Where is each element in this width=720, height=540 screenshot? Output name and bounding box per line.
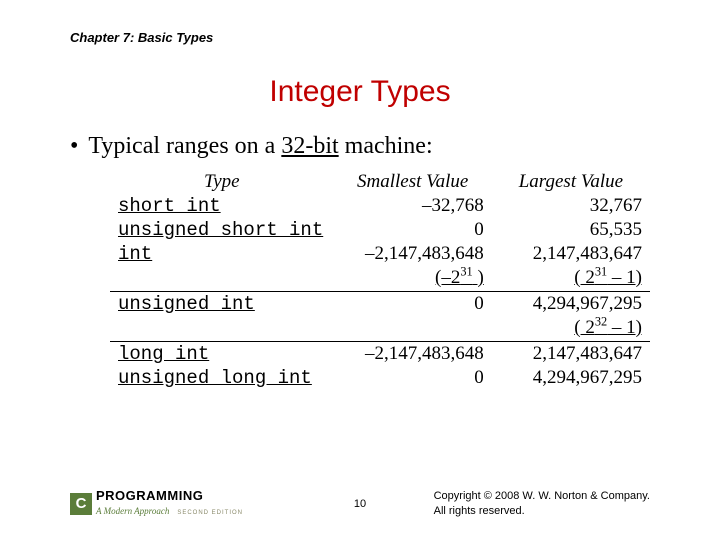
smallest-value: 0 [334,366,492,390]
bullet-prefix: Typical ranges on a [88,133,281,159]
logo-text: PROGRAMMING A Modern Approach SECOND EDI… [96,489,243,518]
bullet-text: • Typical ranges on a 32-bit machine: [70,133,650,160]
table-row: long int –2,147,483,648 2,147,483,647 [110,342,650,367]
footer: C PROGRAMMING A Modern Approach SECOND E… [0,489,720,518]
header-largest: Largest Value [492,170,650,194]
type-name: short int [110,194,334,218]
largest-exponent: ( 231 – 1) [492,266,650,292]
largest-value: 32,767 [492,194,650,218]
book-logo: C PROGRAMMING A Modern Approach SECOND E… [70,489,243,518]
copyright-line1: Copyright © 2008 W. W. Norton & Company. [434,489,650,503]
logo-subtitle: A Modern Approach [96,506,169,516]
largest-value: 4,294,967,295 [492,292,650,317]
copyright-line2: All rights reserved. [434,504,650,518]
copyright: Copyright © 2008 W. W. Norton & Company.… [434,489,650,518]
type-name: long int [110,342,334,367]
ranges-table: Type Smallest Value Largest Value short … [110,170,650,390]
type-name: unsigned int [110,292,334,317]
largest-exponent: ( 232 – 1) [492,316,650,342]
largest-value: 4,294,967,295 [492,366,650,390]
header-smallest: Smallest Value [334,170,492,194]
chapter-label: Chapter 7: Basic Types [70,30,650,45]
bits-phrase: 32-bit [281,133,338,159]
table-header: Type Smallest Value Largest Value [110,170,650,194]
logo-edition: SECOND EDITION [177,510,243,516]
header-type: Type [110,170,334,194]
table-row: short int –32,768 32,767 [110,194,650,218]
largest-value: 2,147,483,647 [492,242,650,266]
type-name: int [110,242,334,266]
slide-title: Integer Types [70,75,650,109]
logo-c-icon: C [70,493,92,515]
bullet-suffix: machine: [339,133,433,159]
smallest-exponent: (–231 ) [334,266,492,292]
smallest-value: –32,768 [334,194,492,218]
table-row: unsigned int 0 4,294,967,295 [110,292,650,317]
smallest-value: –2,147,483,648 [334,342,492,367]
table-row: int –2,147,483,648 2,147,483,647 [110,242,650,266]
table-row-exponent: ( 232 – 1) [110,316,650,342]
table-row-exponent: (–231 ) ( 231 – 1) [110,266,650,292]
page-number: 10 [354,498,366,510]
table-row: unsigned short int 0 65,535 [110,218,650,242]
smallest-value: 0 [334,218,492,242]
largest-value: 65,535 [492,218,650,242]
largest-value: 2,147,483,647 [492,342,650,367]
smallest-value: –2,147,483,648 [334,242,492,266]
type-name: unsigned short int [110,218,334,242]
type-name: unsigned long int [110,366,334,390]
bullet-dot-icon: • [70,133,78,159]
table-row: unsigned long int 0 4,294,967,295 [110,366,650,390]
smallest-value: 0 [334,292,492,317]
